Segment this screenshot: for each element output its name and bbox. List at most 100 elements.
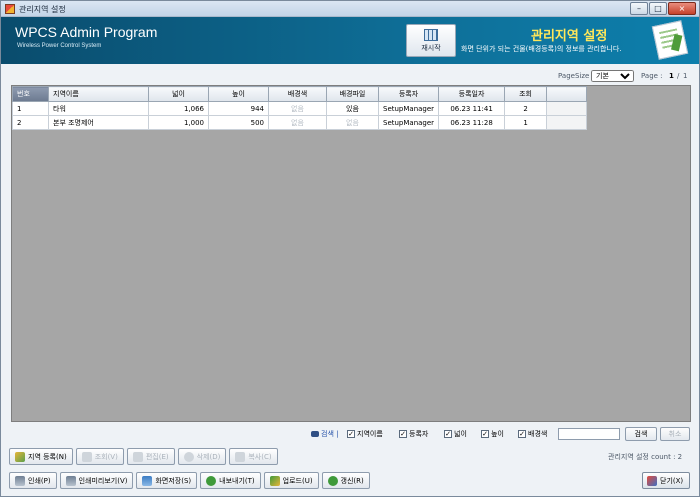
cell-bgcolor: 없음 xyxy=(268,101,327,116)
print-button[interactable]: 인쇄(P) xyxy=(9,472,57,489)
edit-label: 편집(E) xyxy=(145,452,169,461)
cell-date: 06.23 11:28 xyxy=(438,115,506,130)
page-label: Page : xyxy=(641,72,663,80)
search-bar: 검색 | ✓ 지역이름 ✓ 등록자 ✓ 넓이 ✓ 높이 ✓ 배경색 검색 취소 xyxy=(1,427,699,442)
filter-label: 넓이 xyxy=(454,430,467,438)
total-pages: 1 xyxy=(683,72,688,80)
data-grid[interactable]: 번호 지역이름 넓이 높이 배경색 배경파일 등록자 등록일자 조회 1 타워 … xyxy=(11,85,691,422)
filter-label: 배경색 xyxy=(528,430,548,438)
brand-title: WPCS Admin Program xyxy=(15,24,158,40)
cell-height: 500 xyxy=(208,115,269,130)
document-icon xyxy=(651,20,689,60)
print-preview-label: 인쇄미리보기(V) xyxy=(78,476,128,485)
search-input[interactable] xyxy=(558,428,620,440)
restart-button[interactable]: 재시작 xyxy=(406,24,456,57)
close-button[interactable]: 닫기(X) xyxy=(642,472,690,489)
col-header-filler xyxy=(546,86,588,102)
grid-table: 번호 지역이름 넓이 높이 배경색 배경파일 등록자 등록일자 조회 1 타워 … xyxy=(12,86,588,130)
add-region-button[interactable]: 지역 등록(N) xyxy=(9,448,73,465)
output-toolbar: 인쇄(P) 인쇄미리보기(V) 화면저장(S) 내보내기(T) 업로드(U) 갱… xyxy=(9,472,370,489)
pager: PageSize 기본 Page : 1 / 1 xyxy=(1,70,699,84)
checkbox-box: ✓ xyxy=(518,430,526,438)
window-title: 관리지역 설정 xyxy=(19,5,66,14)
edit-icon xyxy=(132,451,143,462)
app-icon xyxy=(5,4,15,14)
view-label: 조회(V) xyxy=(94,452,118,461)
filter-label: 등록자 xyxy=(409,430,429,438)
print-preview-button[interactable]: 인쇄미리보기(V) xyxy=(59,472,134,489)
col-header-views[interactable]: 조회 xyxy=(504,86,548,102)
search-button[interactable]: 검색 xyxy=(625,427,657,441)
search-link[interactable]: 검색 | xyxy=(311,429,338,439)
binoculars-icon xyxy=(311,431,319,437)
title-bar: 관리지역 설정 – □ × xyxy=(1,1,699,17)
page-title: 관리지역 설정 xyxy=(531,29,608,44)
app-window: 관리지역 설정 – □ × WPCS Admin Program Wireles… xyxy=(0,0,700,497)
upload-label: 업로드(U) xyxy=(282,476,313,485)
filter-registrant-checkbox[interactable]: ✓ 등록자 xyxy=(399,429,428,439)
cell-views: 1 xyxy=(504,115,548,130)
filter-label: 지역이름 xyxy=(357,430,383,438)
view-button[interactable]: 조회(V) xyxy=(75,448,124,465)
close-label: 닫기(X) xyxy=(660,476,684,485)
cell-width: 1,000 xyxy=(148,115,209,130)
filter-width-checkbox[interactable]: ✓ 넓이 xyxy=(444,429,467,439)
maximize-button[interactable]: □ xyxy=(649,2,667,15)
window-controls: – □ × xyxy=(630,2,696,15)
table-row[interactable]: 1 타워 1,066 944 없음 있음 SetupManager 06.23 … xyxy=(12,101,588,116)
upload-button[interactable]: 업로드(U) xyxy=(263,472,319,489)
export-icon xyxy=(206,475,217,486)
cell-registrant: SetupManager xyxy=(377,101,440,116)
header-row: 번호 지역이름 넓이 높이 배경색 배경파일 등록자 등록일자 조회 xyxy=(12,86,588,102)
col-header-date[interactable]: 등록일자 xyxy=(438,86,506,102)
current-page: 1 xyxy=(669,72,674,80)
col-header-name[interactable]: 지역이름 xyxy=(48,86,149,102)
add-region-icon xyxy=(15,451,25,462)
page-size-label: PageSize xyxy=(558,72,590,80)
save-screen-label: 화면저장(S) xyxy=(155,476,192,485)
window-close-button[interactable]: × xyxy=(668,2,696,15)
upload-icon xyxy=(269,475,280,486)
brand-subtitle: Wireless Power Control System xyxy=(17,43,102,49)
cell-registrant: SetupManager xyxy=(377,115,440,130)
col-header-bgfile[interactable]: 배경파일 xyxy=(326,86,379,102)
filter-height-checkbox[interactable]: ✓ 높이 xyxy=(481,429,504,439)
page-size-select[interactable]: 기본 xyxy=(591,70,634,82)
cell-no: 1 xyxy=(12,101,49,116)
filter-bgcolor-checkbox[interactable]: ✓ 배경색 xyxy=(518,429,547,439)
cell-no: 2 xyxy=(12,115,49,130)
cancel-search-button[interactable]: 취소 xyxy=(660,427,690,441)
filter-name-checkbox[interactable]: ✓ 지역이름 xyxy=(347,429,383,439)
copy-label: 복사(C) xyxy=(248,452,272,461)
restart-label: 재시작 xyxy=(421,44,441,52)
save-screen-button[interactable]: 화면저장(S) xyxy=(136,472,198,489)
cell-filler xyxy=(546,115,588,130)
delete-button[interactable]: 삭제(D) xyxy=(177,448,227,465)
cell-bgfile: 있음 xyxy=(326,101,379,116)
export-button[interactable]: 내보내기(T) xyxy=(200,472,261,489)
copy-button[interactable]: 복사(C) xyxy=(229,448,278,465)
col-header-bgcolor[interactable]: 배경색 xyxy=(268,86,327,102)
page-description: 화면 단위가 되는 건물(배경등록)의 정보를 관리합니다. xyxy=(461,45,622,53)
col-header-height[interactable]: 높이 xyxy=(208,86,269,102)
page-separator: / xyxy=(677,72,680,80)
edit-button[interactable]: 편집(E) xyxy=(126,448,175,465)
refresh-label: 갱신(R) xyxy=(340,476,364,485)
table-row[interactable]: 2 본부 조명제어 1,000 500 없음 없음 SetupManager 0… xyxy=(12,115,588,130)
monitor-icon xyxy=(142,475,153,486)
print-label: 인쇄(P) xyxy=(28,476,51,485)
cell-filler xyxy=(546,101,588,116)
col-header-width[interactable]: 넓이 xyxy=(148,86,209,102)
print-preview-icon xyxy=(65,475,76,486)
cell-width: 1,066 xyxy=(148,101,209,116)
view-icon xyxy=(81,451,92,462)
checkbox-box: ✓ xyxy=(399,430,407,438)
minimize-button[interactable]: – xyxy=(630,2,648,15)
checkbox-box: ✓ xyxy=(444,430,452,438)
cell-name: 본부 조명제어 xyxy=(48,115,149,130)
add-region-label: 지역 등록(N) xyxy=(28,452,67,461)
delete-icon xyxy=(183,451,194,462)
col-header-registrant[interactable]: 등록자 xyxy=(377,86,440,102)
refresh-button[interactable]: 갱신(R) xyxy=(321,472,370,489)
col-header-no[interactable]: 번호 xyxy=(12,86,49,102)
